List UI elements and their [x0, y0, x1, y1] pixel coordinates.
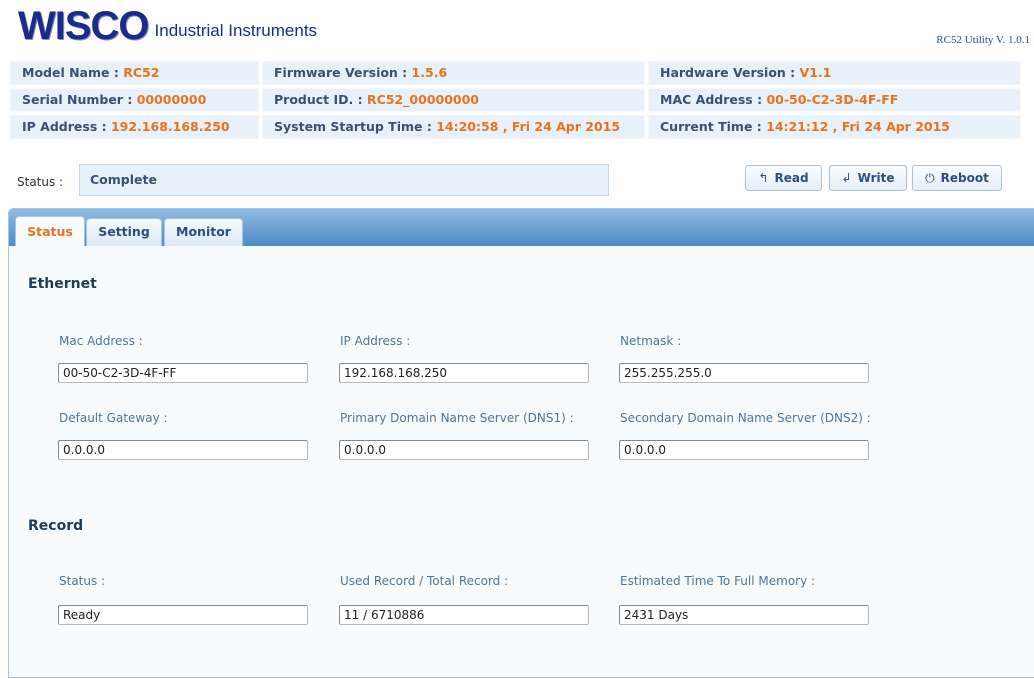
ip-address-field-label: IP Address :	[340, 334, 411, 348]
power-icon: ⏻	[925, 171, 935, 185]
dns2-field-label: Secondary Domain Name Server (DNS2) :	[620, 411, 871, 425]
tab-status[interactable]: Status	[15, 216, 85, 246]
ethernet-section-title: Ethernet	[28, 276, 97, 292]
startup-time-value: 14:20:58 , Fri 24 Apr 2015	[436, 119, 621, 134]
reboot-label: Reboot	[940, 171, 989, 185]
status-label: Status :	[17, 175, 64, 189]
record-status-field-label: Status :	[59, 574, 106, 588]
serial-number-value: 00000000	[136, 92, 207, 107]
status-display: Complete	[79, 164, 609, 196]
hardware-version-cell: Hardware Version : V1.1	[648, 61, 1021, 85]
mac-address-cell: MAC Address : 00-50-C2-3D-4F-FF	[648, 88, 1021, 112]
product-id-value: RC52_00000000	[366, 92, 480, 107]
dns1-input[interactable]	[339, 440, 589, 460]
default-gateway-field-label: Default Gateway :	[59, 411, 168, 425]
firmware-version-cell: Firmware Version : 1.5.6	[262, 61, 645, 85]
netmask-field-label: Netmask :	[620, 334, 682, 348]
read-button[interactable]: ↰ Read	[745, 165, 822, 191]
device-info-grid: Model Name : RC52 Firmware Version : 1.5…	[10, 61, 1024, 142]
record-status-input[interactable]	[58, 605, 308, 625]
ip-address-cell: IP Address : 192.168.168.250	[10, 115, 259, 139]
used-record-input[interactable]	[339, 605, 589, 625]
read-label: Read	[774, 171, 809, 185]
read-icon: ↰	[758, 171, 769, 185]
logo-subtitle: Industrial Instruments	[154, 21, 318, 40]
netmask-input[interactable]	[619, 363, 869, 383]
model-name-value: RC52	[123, 65, 160, 80]
write-button[interactable]: ↲ Write	[829, 165, 907, 191]
mac-address-field-label: Mac Address :	[59, 334, 143, 348]
firmware-version-label: Firmware Version :	[274, 65, 408, 80]
current-time-cell: Current Time : 14:21:12 , Fri 24 Apr 201…	[648, 115, 1021, 139]
model-name-cell: Model Name : RC52	[10, 61, 259, 85]
serial-number-cell: Serial Number : 00000000	[10, 88, 259, 112]
mac-address-label: MAC Address :	[660, 92, 763, 107]
record-section-title: Record	[28, 518, 84, 534]
startup-time-cell: System Startup Time : 14:20:58 , Fri 24 …	[262, 115, 645, 139]
product-id-label: Product ID. :	[274, 92, 363, 107]
product-id-cell: Product ID. : RC52_00000000	[262, 88, 645, 112]
tab-monitor[interactable]: Monitor	[164, 218, 243, 246]
tab-panel: Status Setting Monitor Ethernet Mac Addr…	[8, 208, 1034, 678]
wisco-logo: WISCO Industrial Instruments	[18, 6, 317, 46]
write-label: Write	[857, 171, 895, 185]
tab-bar: Status Setting Monitor	[9, 209, 1034, 246]
hardware-version-label: Hardware Version :	[660, 65, 796, 80]
info-row: Serial Number : 00000000 Product ID. : R…	[10, 88, 1024, 112]
info-row: Model Name : RC52 Firmware Version : 1.5…	[10, 61, 1024, 85]
current-time-value: 14:21:12 , Fri 24 Apr 2015	[766, 119, 950, 134]
ip-address-value: 192.168.168.250	[110, 119, 230, 134]
full-memory-time-input[interactable]	[619, 605, 869, 625]
dns2-input[interactable]	[619, 440, 869, 460]
ip-address-label: IP Address :	[22, 119, 107, 134]
reboot-button[interactable]: ⏻ Reboot	[912, 165, 1002, 191]
mac-address-input[interactable]	[58, 363, 308, 383]
used-record-field-label: Used Record / Total Record :	[340, 574, 509, 588]
logo-mark: WISCO	[18, 4, 150, 48]
default-gateway-input[interactable]	[58, 440, 308, 460]
current-time-label: Current Time :	[660, 119, 762, 134]
full-memory-time-field-label: Estimated Time To Full Memory :	[620, 574, 816, 588]
write-icon: ↲	[841, 171, 852, 185]
ip-address-input[interactable]	[339, 363, 589, 383]
firmware-version-value: 1.5.6	[411, 65, 448, 80]
serial-number-label: Serial Number :	[22, 92, 133, 107]
mac-address-value: 00-50-C2-3D-4F-FF	[766, 92, 899, 107]
tab-setting[interactable]: Setting	[86, 218, 162, 246]
model-name-label: Model Name :	[22, 65, 119, 80]
startup-time-label: System Startup Time :	[274, 119, 432, 134]
app-version: RC52 Utility V. 1.0.1	[936, 34, 1030, 46]
dns1-field-label: Primary Domain Name Server (DNS1) :	[340, 411, 574, 425]
hardware-version-value: V1.1	[799, 65, 832, 80]
info-row: IP Address : 192.168.168.250 System Star…	[10, 115, 1024, 139]
